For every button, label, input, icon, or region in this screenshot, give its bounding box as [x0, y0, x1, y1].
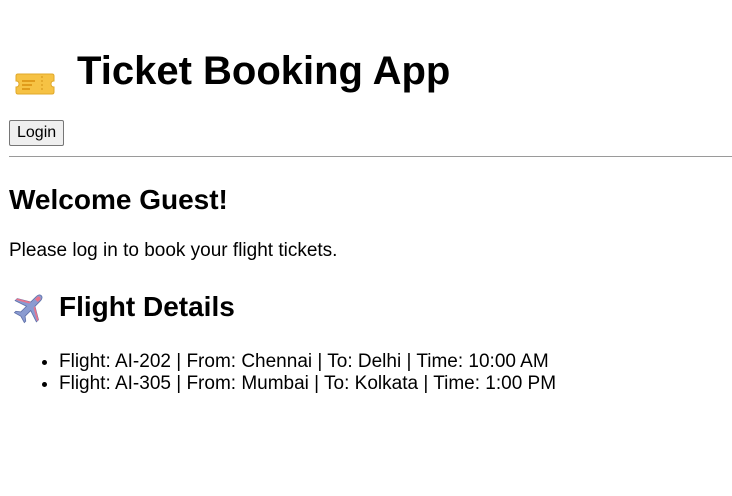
ticket-icon — [15, 59, 55, 95]
welcome-heading: Welcome Guest! — [9, 184, 228, 215]
divider — [9, 156, 732, 157]
login-prompt: Please log in to book your flight ticket… — [9, 240, 338, 261]
app-container: Ticket Booking App Login Welcome Guest! … — [0, 0, 732, 395]
flight-item: Flight: AI-202 | From: Chennai | To: Del… — [59, 351, 732, 373]
app-header: Ticket Booking App — [9, 0, 732, 95]
flight-item: Flight: AI-305 | From: Mumbai | To: Kolk… — [59, 373, 732, 395]
login-button[interactable]: Login — [9, 120, 65, 146]
airplane-icon — [12, 290, 48, 324]
login-row: Login — [9, 120, 732, 146]
flight-details-header: Flight Details — [9, 290, 732, 324]
flight-details-title: Flight Details — [59, 291, 235, 322]
flight-list: Flight: AI-202 | From: Chennai | To: Del… — [9, 351, 732, 395]
app-title: Ticket Booking App — [77, 49, 451, 93]
